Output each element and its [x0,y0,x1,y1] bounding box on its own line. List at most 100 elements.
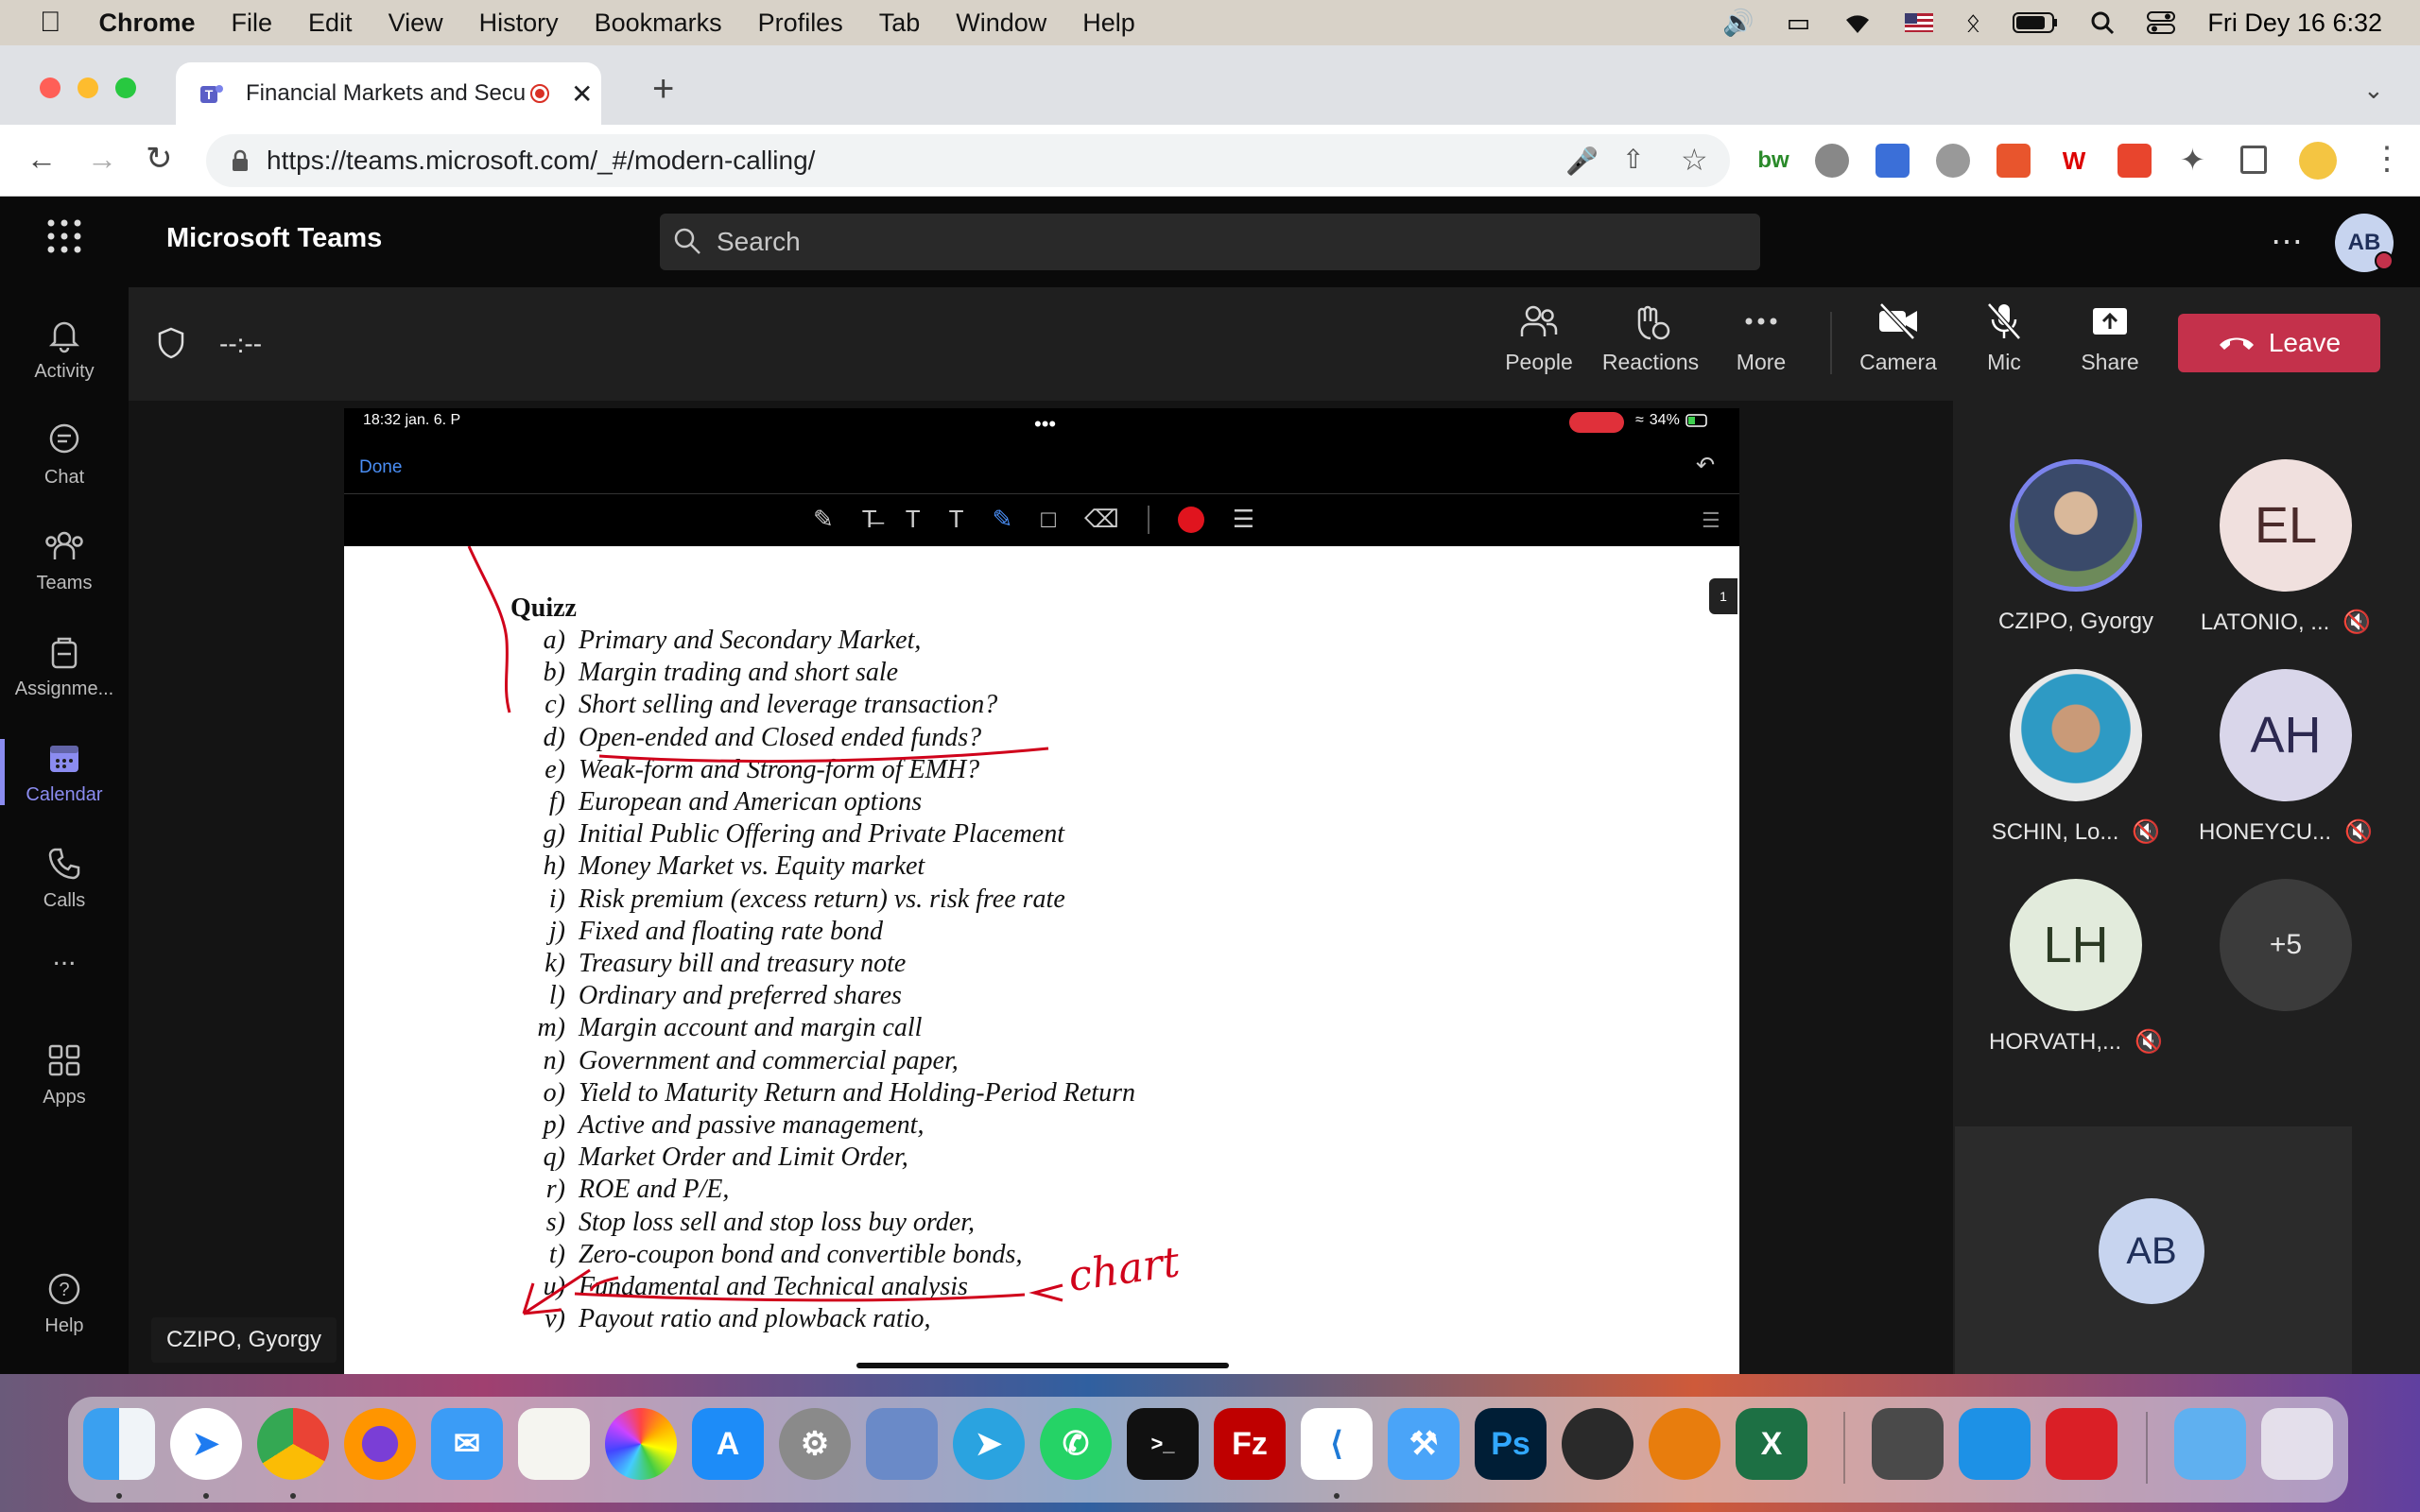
close-tab-icon[interactable]: ✕ [571,78,593,110]
photoshop-icon[interactable]: Ps [1475,1408,1547,1480]
telegram-icon[interactable]: ➤ [953,1408,1025,1480]
menu-bookmarks[interactable]: Bookmarks [595,9,722,38]
system-preferences-icon[interactable]: ⚙ [779,1408,851,1480]
tab-search-chevron-icon[interactable]: ⌄ [2363,76,2384,105]
rail-calls[interactable]: Calls [0,826,129,930]
extensions-puzzle-icon[interactable]: ✦ [2180,142,2205,178]
rail-more[interactable]: ... [0,919,129,994]
forward-arrow-icon[interactable]: → [87,142,117,177]
mail-icon[interactable]: ✉ [431,1408,503,1480]
excel-icon[interactable]: X [1736,1408,1807,1480]
app-launcher-icon[interactable] [45,217,83,255]
battery-icon[interactable] [2013,12,2058,33]
extension-icon-3[interactable] [1876,144,1910,178]
more-participants-tile[interactable]: +5 [2180,879,2392,1011]
zoom-window-button[interactable] [115,77,136,98]
menu-window[interactable]: Window [956,9,1046,38]
minimize-window-button[interactable] [78,77,98,98]
share-page-icon[interactable]: ⇧ [1622,144,1644,175]
mic-button[interactable]: Mic [1947,301,2061,375]
terminal-icon[interactable]: >_ [1127,1408,1199,1480]
self-avatar: AB [2099,1198,2204,1304]
virtualbox-icon[interactable] [866,1408,938,1480]
reactions-button[interactable]: Reactions [1594,301,1707,375]
participant-tile-schin[interactable]: SCHIN, Lo... 🔇 [1970,669,2182,846]
battery-status-icon[interactable]: ▭ [1787,9,1811,38]
rail-assignments[interactable]: Assignme... [0,614,129,718]
participant-tile-horvath[interactable]: LH HORVATH,... 🔇 [1970,879,2182,1056]
participant-name: HONEYCU... 🔇 [2199,818,2373,846]
rail-calendar[interactable]: Calendar [0,720,129,824]
safari-icon[interactable]: ➤ [170,1408,242,1480]
extension-icon-6[interactable]: W [2057,144,2091,178]
bw-extension-icon[interactable]: bw [1756,144,1790,178]
extension-icon-4[interactable] [1936,144,1970,178]
menu-tab[interactable]: Tab [879,9,921,38]
side-panel-icon[interactable] [2240,146,2267,174]
rail-chat[interactable]: Chat [0,403,129,507]
people-button[interactable]: People [1482,301,1596,375]
menu-history[interactable]: History [479,9,559,38]
menu-edit[interactable]: Edit [308,9,353,38]
bookmark-star-icon[interactable]: ☆ [1681,142,1708,178]
rail-teams[interactable]: Teams [0,508,129,612]
textedit-icon[interactable] [518,1408,590,1480]
rail-label-calls: Calls [43,889,86,911]
menu-file[interactable]: File [232,9,273,38]
flag-icon[interactable] [1905,13,1934,32]
quicktime-icon[interactable] [1562,1408,1634,1480]
more-actions-button[interactable]: More [1704,301,1818,375]
shield-icon[interactable] [157,327,185,359]
menu-view[interactable]: View [389,9,443,38]
rail-activity[interactable]: Activity [0,297,129,401]
rail-help[interactable]: ? Help [0,1251,129,1355]
extension-icon-7[interactable] [2118,144,2152,178]
profile-avatar-icon[interactable] [2299,142,2337,180]
menu-app-name[interactable]: Chrome [99,9,196,38]
volume-icon[interactable]: 🔊 [1722,8,1754,38]
leave-button[interactable]: Leave [2178,314,2380,372]
downloads-folder-icon[interactable] [2174,1408,2246,1480]
participant-tile-latonio[interactable]: EL LATONIO, ... 🔇 [2180,459,2392,636]
share-button[interactable]: Share [2053,301,2167,375]
vscode-icon[interactable]: ⟨ [1301,1408,1373,1480]
camera-button[interactable]: Camera [1841,301,1955,375]
photos-icon[interactable] [605,1408,677,1480]
tab-title: Financial Markets and Secu [246,80,527,106]
extension-icon-5[interactable] [1996,144,2031,178]
calculator-icon[interactable] [1872,1408,1944,1480]
rail-apps[interactable]: Apps [0,1022,129,1126]
docker-icon[interactable] [1959,1408,2031,1480]
close-window-button[interactable] [40,77,60,98]
spotlight-search-icon[interactable] [2090,10,2115,35]
extension-icon-2[interactable] [1815,144,1849,178]
address-bar[interactable]: https://teams.microsoft.com/_#/modern-ca… [206,134,1730,187]
new-tab-icon[interactable]: + [652,68,674,111]
trash-icon[interactable] [2261,1408,2333,1480]
whatsapp-icon[interactable]: ✆ [1040,1408,1112,1480]
participant-tile-czipo[interactable]: CZIPO, Gyorgy [1970,459,2182,635]
wifi-icon[interactable] [1842,10,1873,35]
control-center-icon[interactable] [2147,10,2176,35]
filezilla-icon[interactable]: Fz [1214,1408,1286,1480]
back-arrow-icon[interactable]: ← [26,142,57,177]
menu-profiles[interactable]: Profiles [758,9,843,38]
apple-menu-icon[interactable]:  [40,7,61,39]
blender-icon[interactable] [1649,1408,1720,1480]
bluetooth-icon[interactable]: ᛟ [1965,9,1980,38]
settings-more-icon[interactable]: ⋯ [2271,223,2303,261]
chrome-menu-icon[interactable]: ⋮ [2371,140,2403,178]
menu-clock[interactable]: Fri Dey 16 6:32 [2207,9,2382,38]
firefox-icon[interactable] [344,1408,416,1480]
xcode-icon[interactable]: ⚒ [1388,1408,1460,1480]
microphone-icon[interactable]: 🎤 [1565,146,1599,177]
chrome-icon[interactable] [257,1408,329,1480]
finder-icon[interactable] [83,1408,155,1480]
teams-search-input[interactable]: Search [660,214,1760,270]
reload-icon[interactable]: ↻ [146,140,173,178]
creative-cloud-icon[interactable] [2046,1408,2118,1480]
participant-tile-honeycu[interactable]: AH HONEYCU... 🔇 [2180,669,2392,846]
app-store-icon[interactable]: A [692,1408,764,1480]
menu-help[interactable]: Help [1082,9,1135,38]
browser-tab[interactable]: T Financial Markets and Secu ✕ [176,62,601,125]
